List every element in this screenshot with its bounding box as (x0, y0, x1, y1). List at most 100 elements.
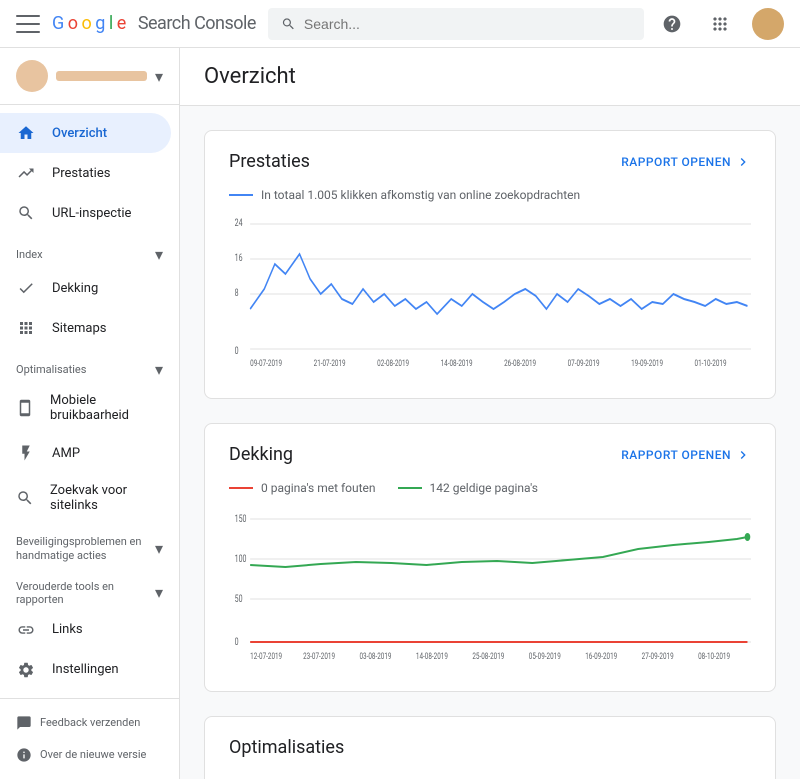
mobiele-bruikbaarheid-label: Mobiele bruikbaarheid (50, 393, 155, 423)
verouderde-chevron-icon[interactable]: ▾ (155, 583, 163, 602)
dekking-label: Dekking (52, 281, 98, 296)
svg-text:21-07-2019: 21-07-2019 (314, 358, 346, 368)
avatar[interactable] (752, 8, 784, 40)
sidebar: ▾ Overzicht Prestaties URL-inspectie (0, 48, 180, 779)
google-logo: Google Search Console (52, 13, 256, 34)
amp-icon (16, 443, 36, 463)
feedback-icon (16, 715, 32, 731)
account-name (56, 71, 147, 81)
sidebar-item-prestaties[interactable]: Prestaties (0, 153, 171, 193)
sidebar-account[interactable]: ▾ (0, 48, 179, 105)
svg-text:8: 8 (235, 288, 239, 300)
section-optimalisaties: Optimalisaties ▾ (0, 348, 179, 383)
help-icon[interactable] (656, 8, 688, 40)
prestaties-chart: 24 16 8 0 09-07-2019 21-07-2019 02-08-20… (229, 214, 751, 378)
section-beveiliging: Beveiligingsproblemen en handmatige acti… (0, 523, 179, 568)
prestaties-label: Prestaties (52, 166, 110, 181)
dekking-icon (16, 278, 36, 298)
account-chevron-icon[interactable]: ▾ (155, 67, 163, 86)
svg-text:24: 24 (235, 218, 243, 230)
svg-text:19-09-2019: 19-09-2019 (631, 358, 663, 368)
sidebar-item-sitemaps[interactable]: Sitemaps (0, 308, 171, 348)
dekking-title: Dekking (229, 444, 293, 465)
optimalisaties-card: Optimalisaties Type Geldig Fouten Trend (204, 716, 776, 779)
svg-text:16: 16 (235, 253, 243, 265)
svg-text:0: 0 (235, 637, 239, 649)
svg-text:09-07-2019: 09-07-2019 (250, 358, 282, 368)
instellingen-label: Instellingen (52, 662, 119, 677)
sitemaps-icon (16, 318, 36, 338)
sidebar-item-url-inspectie[interactable]: URL-inspectie (0, 193, 171, 233)
svg-text:100: 100 (235, 554, 247, 566)
dekking-legend-green (398, 487, 422, 489)
svg-text:14-08-2019: 14-08-2019 (441, 358, 473, 368)
svg-text:05-09-2019: 05-09-2019 (529, 651, 561, 661)
index-chevron-icon[interactable]: ▾ (155, 245, 163, 264)
optimalisaties-title: Optimalisaties (229, 737, 344, 758)
beveiliging-chevron-icon[interactable]: ▾ (155, 539, 163, 560)
svg-text:26-08-2019: 26-08-2019 (504, 358, 536, 368)
main-content: Overzicht Prestaties RAPPORT OPENEN In t… (180, 48, 800, 779)
sidebar-nav: Overzicht Prestaties URL-inspectie Index… (0, 105, 179, 698)
svg-text:50: 50 (235, 594, 243, 606)
sidebar-item-dekking[interactable]: Dekking (0, 268, 171, 308)
sidebar-item-overzicht[interactable]: Overzicht (0, 113, 171, 153)
menu-icon[interactable] (16, 15, 40, 33)
svg-text:16-09-2019: 16-09-2019 (585, 651, 617, 661)
svg-text:07-09-2019: 07-09-2019 (568, 358, 600, 368)
overzicht-label: Overzicht (52, 126, 107, 141)
feedback-link[interactable]: Feedback verzenden (0, 707, 179, 739)
links-label: Links (52, 622, 83, 637)
dekking-rapport-link[interactable]: RAPPORT OPENEN (621, 447, 751, 463)
sidebar-item-amp[interactable]: AMP (0, 433, 171, 473)
dekking-legend: 0 pagina's met fouten 142 geldige pagina… (229, 481, 751, 495)
svg-text:01-10-2019: 01-10-2019 (695, 358, 727, 368)
sidebar-footer: Feedback verzenden Over de nieuwe versie… (0, 698, 179, 779)
prestaties-rapport-link[interactable]: RAPPORT OPENEN (621, 154, 751, 170)
mobile-icon (16, 398, 34, 418)
svg-text:150: 150 (235, 514, 247, 526)
svg-text:02-08-2019: 02-08-2019 (377, 358, 409, 368)
dekking-card: Dekking RAPPORT OPENEN 0 pagina's met fo… (204, 423, 776, 692)
apps-icon[interactable] (704, 8, 736, 40)
amp-label: AMP (52, 446, 80, 461)
account-avatar (16, 60, 48, 92)
nieuwe-versie-link[interactable]: Over de nieuwe versie (0, 739, 179, 771)
chevron-right-icon (735, 154, 751, 170)
section-index: Index ▾ (0, 233, 179, 268)
trending-icon (16, 163, 36, 183)
dekking-chevron-icon (735, 447, 751, 463)
svg-text:03-08-2019: 03-08-2019 (360, 651, 392, 661)
sidebar-item-links[interactable]: Links (0, 610, 171, 650)
prestaties-legend-line (229, 194, 253, 196)
footer-legal: Privacy Voorwaarden (0, 771, 179, 779)
svg-text:08-10-2019: 08-10-2019 (698, 651, 730, 661)
svg-text:23-07-2019: 23-07-2019 (303, 651, 335, 661)
col-fouten: Fouten (443, 774, 512, 779)
content-area: Prestaties RAPPORT OPENEN In totaal 1.00… (180, 106, 800, 779)
url-search-icon (16, 203, 36, 223)
layout: ▾ Overzicht Prestaties URL-inspectie (0, 48, 800, 779)
url-inspectie-label: URL-inspectie (52, 206, 131, 221)
search-bar[interactable] (268, 8, 644, 40)
dekking-header: Dekking RAPPORT OPENEN (229, 444, 751, 465)
feedback-label: Feedback verzenden (40, 716, 140, 729)
sidebar-item-mobiele-bruikbaarheid[interactable]: Mobiele bruikbaarheid (0, 383, 171, 433)
optimalisaties-chevron-icon[interactable]: ▾ (155, 360, 163, 379)
dekking-legend-red (229, 487, 253, 489)
search-input[interactable] (304, 16, 631, 32)
col-type: Type (229, 774, 377, 779)
topbar-right (656, 8, 784, 40)
col-trend: Trend (512, 774, 604, 779)
main-header: Overzicht (180, 48, 800, 106)
col-actions (604, 774, 751, 779)
sidebar-item-zoekvak-sitelinks[interactable]: Zoekvak voor sitelinks (0, 473, 171, 523)
sidebar-item-instellingen[interactable]: Instellingen (0, 650, 171, 690)
search-icon (281, 16, 296, 32)
info-icon (16, 747, 32, 763)
col-geldig: Geldig (377, 774, 443, 779)
zoekvak-sitelinks-label: Zoekvak voor sitelinks (50, 483, 155, 513)
app-name: Search Console (138, 13, 256, 34)
optimalisaties-header: Optimalisaties (229, 737, 751, 758)
prestaties-card: Prestaties RAPPORT OPENEN In totaal 1.00… (204, 130, 776, 399)
